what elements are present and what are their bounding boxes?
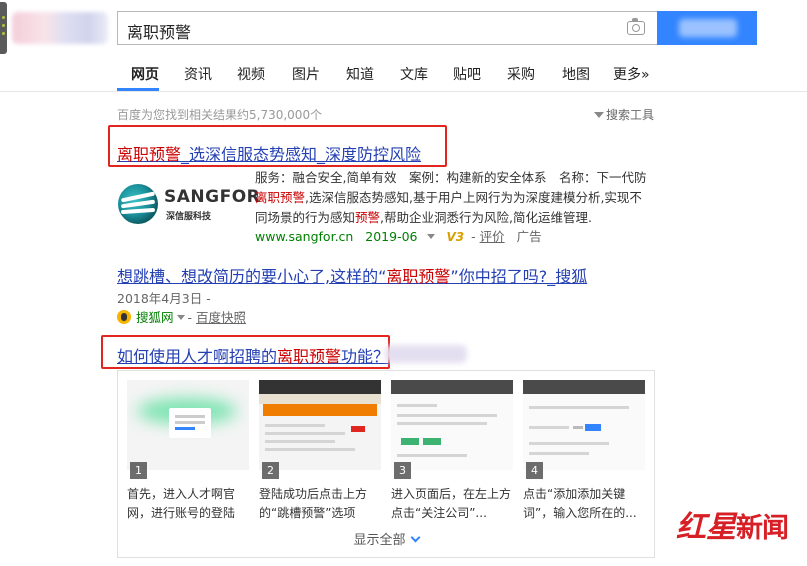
result-2-source-row: 搜狐网 - 百度快照 [117, 307, 246, 326]
sohu-icon [117, 310, 131, 324]
result-1-link[interactable]: 离职预警_选深信服态势感知_深度防控风险 [117, 145, 421, 164]
step-2-thumbnail [259, 380, 381, 470]
result-3-link[interactable]: 如何使用人才啊招聘的离职预警功能？ [117, 347, 389, 366]
search-tools-button[interactable]: 搜索工具 [594, 106, 654, 123]
result-count: 百度为您找到相关结果约5,730,000个 [117, 108, 323, 122]
step-4-thumbnail [523, 380, 645, 470]
sangfor-brand-text: SANGFOR [164, 187, 261, 207]
tab-more[interactable]: 更多» [613, 64, 650, 84]
logo-blurred[interactable] [12, 12, 108, 44]
tab-wenku[interactable]: 文库 [400, 64, 428, 84]
steps-card: 1 首先，进入人才啊官 网，进行账号的登陆 2 登陆成功后点击上方 的“跳槽预警”选… [117, 370, 655, 558]
result-1-url[interactable]: www.sangfor.cn [255, 229, 353, 244]
tab-tieba[interactable]: 贴吧 [453, 64, 481, 84]
result-2-link[interactable]: 想跳槽、想改简历的要小心了,这样的“离职预警”你中招了吗?_搜狐 [117, 267, 587, 286]
sangfor-brand-cn: 深信服科技 [166, 212, 212, 222]
camera-icon[interactable] [627, 18, 645, 35]
step-1-caption: 首先，进入人才啊官 网，进行账号的登陆 [127, 487, 236, 520]
tab-web[interactable]: 网页 [131, 64, 159, 84]
step-3-thumbnail [391, 380, 513, 470]
result-2-source[interactable]: 搜狐网 [136, 310, 174, 325]
watermark-part-1: 红星 [676, 510, 736, 545]
tab-zhidao[interactable]: 知道 [346, 64, 374, 84]
result-1-line-2: 离职预警,选深信服态势感知,基于用户上网行为为深度建模分析,实现不 [255, 190, 642, 205]
result-1-line-3: 同场景的行为感知预警,帮助企业洞悉行为风险,简化运维管理. [255, 210, 592, 225]
filter-icon [594, 112, 604, 118]
result-3-title[interactable]: 如何使用人才啊招聘的离职预警功能？ [117, 343, 389, 367]
search-query-text: 离职预警 [127, 23, 192, 42]
step-3-caption: 进入页面后，在左上方 点击“关注公司”... [391, 487, 512, 520]
result-1-line-1: 服务：融合安全,简单有效 案例：构建新的安全体系 名称：下一代防 [255, 170, 647, 185]
sangfor-globe-icon [118, 184, 158, 224]
v3-badge-icon[interactable]: V3 [446, 230, 464, 244]
search-input[interactable]: 离职预警 [117, 11, 657, 45]
step-1-thumbnail [127, 380, 249, 470]
watermark-part-2: 新闻 [736, 513, 789, 544]
search-tools-label: 搜索工具 [606, 108, 655, 122]
step-4-number: 4 [526, 462, 543, 479]
dropdown-caret-icon[interactable] [427, 234, 436, 239]
result-1-url-row: www.sangfor.cn 2019-06 V3 - 评价 广告 [255, 229, 542, 244]
header: 离职预警 网页 资讯 视频 图片 知道 文库 贴吧 采购 地图 更多» [0, 0, 807, 92]
result-1-date: 2019-06 [365, 229, 418, 244]
review-link[interactable]: 评价 [480, 229, 505, 244]
ad-label: 广告 [516, 229, 542, 244]
show-all-label: 显示全部 [353, 533, 406, 548]
sangfor-logo[interactable]: SANGFOR 深信服科技 [118, 184, 260, 224]
window-edge-handle [0, 2, 7, 54]
step-2-number: 2 [262, 462, 279, 479]
show-all-button[interactable]: 显示全部 [118, 529, 654, 548]
tab-video[interactable]: 视频 [237, 64, 265, 84]
step-3-number: 3 [394, 462, 411, 479]
result-3-title-blurred [385, 345, 467, 363]
result-1-title[interactable]: 离职预警_选深信服态势感知_深度防控风险 [117, 141, 421, 165]
search-button-label-blurred [679, 19, 737, 37]
tab-map[interactable]: 地图 [562, 64, 590, 84]
snapshot-link[interactable]: 百度快照 [196, 310, 246, 325]
tab-news[interactable]: 资讯 [184, 64, 212, 84]
step-2-caption: 登陆成功后点击上方 的“跳槽预警”选项 [259, 487, 368, 520]
active-tab-indicator [117, 88, 159, 91]
search-button[interactable] [657, 11, 757, 45]
result-2-date: 2018年4月3日 - [117, 291, 211, 306]
step-1-number: 1 [130, 462, 147, 479]
dropdown-caret-icon[interactable] [176, 315, 185, 320]
red-star-news-watermark: 红星新闻 [676, 502, 789, 546]
result-1-abstract: 服务：融合安全,简单有效 案例：构建新的安全体系 名称：下一代防 离职预警,选深… [255, 168, 655, 228]
result-2-title[interactable]: 想跳槽、想改简历的要小心了,这样的“离职预警”你中招了吗?_搜狐 [117, 263, 587, 287]
tab-purchase[interactable]: 采购 [507, 64, 535, 84]
step-4-caption: 点击“添加添加关键 词”，输入您所在的... [523, 487, 637, 520]
tab-images[interactable]: 图片 [292, 64, 320, 84]
chevron-down-icon [410, 532, 420, 543]
